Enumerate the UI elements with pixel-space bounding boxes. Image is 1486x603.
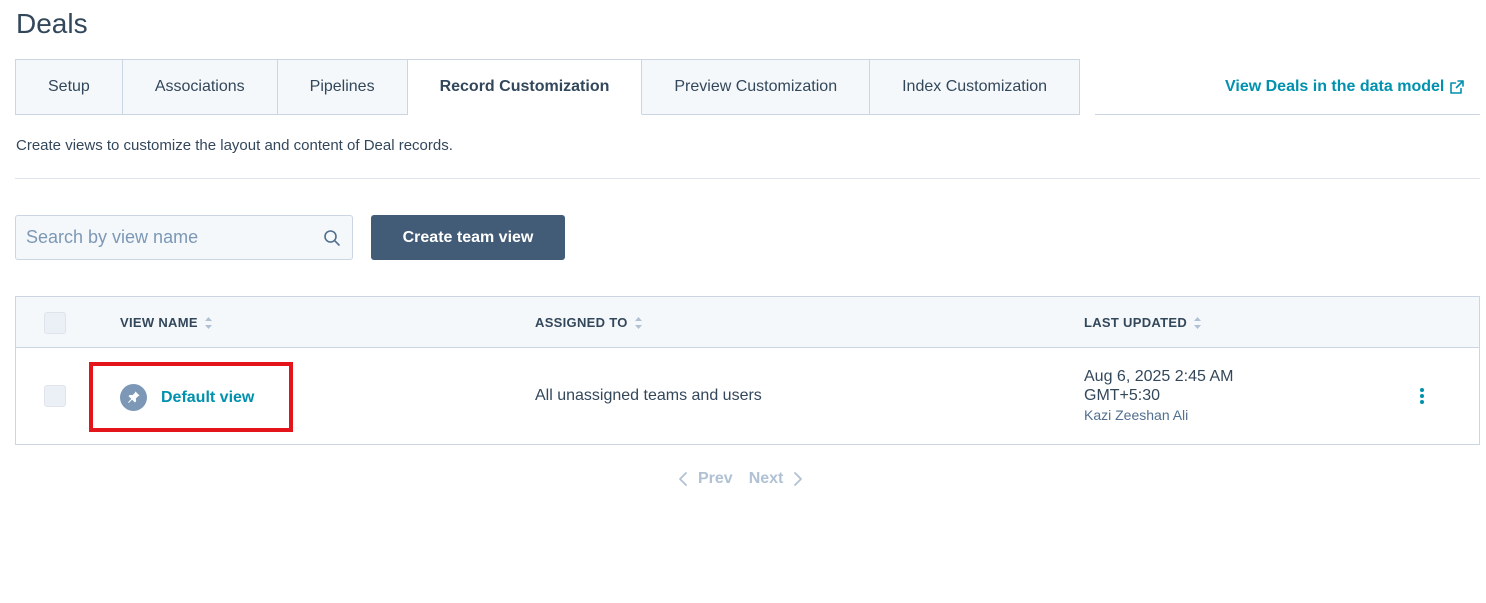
last-updated-date: Aug 6, 2025 2:45 AM — [1084, 368, 1234, 385]
tab-pipelines[interactable]: Pipelines — [277, 59, 408, 115]
column-label: VIEW NAME — [120, 315, 198, 330]
next-page-button[interactable]: Next — [749, 470, 804, 488]
sort-icon — [634, 316, 642, 329]
row-checkbox[interactable] — [44, 385, 66, 407]
views-table: VIEW NAME ASSIGNED TO LAST UPDATED Defau… — [15, 296, 1480, 445]
last-updated-timezone: GMT+5:30 — [1084, 387, 1161, 404]
create-team-view-button[interactable]: Create team view — [371, 215, 565, 260]
chevron-right-icon — [794, 472, 803, 486]
search-box[interactable] — [15, 215, 353, 260]
column-label: ASSIGNED TO — [535, 315, 628, 330]
column-header-view-name[interactable]: VIEW NAME — [120, 297, 213, 348]
tab-record-customization[interactable]: Record Customization — [407, 59, 643, 115]
tab-setup[interactable]: Setup — [15, 59, 123, 115]
tab-bar: Setup Associations Pipelines Record Cust… — [15, 59, 1081, 115]
prev-page-button[interactable]: Prev — [678, 470, 733, 488]
tab-preview-customization[interactable]: Preview Customization — [642, 59, 871, 115]
chevron-left-icon — [679, 472, 687, 486]
prev-label: Prev — [698, 470, 733, 487]
page-title: Deals — [16, 8, 88, 39]
pin-icon — [120, 384, 147, 411]
search-input[interactable] — [26, 227, 322, 248]
default-view-link[interactable]: Default view — [161, 389, 254, 407]
column-header-last-updated[interactable]: LAST UPDATED — [1084, 297, 1202, 348]
data-model-link-label: View Deals in the data model — [1225, 78, 1445, 95]
column-header-assigned-to[interactable]: ASSIGNED TO — [535, 297, 643, 348]
assigned-to-cell: All unassigned teams and users — [535, 387, 762, 404]
tab-associations[interactable]: Associations — [122, 59, 278, 115]
pagination: Prev Next — [678, 470, 803, 488]
last-updated-cell: Aug 6, 2025 2:45 AM GMT+5:30 Kazi Zeesha… — [1084, 367, 1233, 423]
divider — [15, 178, 1480, 179]
table-header: VIEW NAME ASSIGNED TO LAST UPDATED — [16, 297, 1479, 348]
select-all-checkbox[interactable] — [44, 312, 66, 334]
sort-icon — [204, 316, 212, 329]
search-icon[interactable] — [322, 228, 342, 248]
view-data-model-link[interactable]: View Deals in the data model — [1225, 78, 1465, 96]
column-label: LAST UPDATED — [1084, 315, 1188, 330]
table-row: Default view All unassigned teams and us… — [16, 348, 1479, 444]
tabs-underline — [1095, 114, 1480, 115]
sort-icon — [1194, 316, 1202, 329]
tab-index-customization[interactable]: Index Customization — [870, 59, 1081, 115]
view-name-cell: Default view — [120, 384, 254, 411]
next-label: Next — [748, 470, 784, 487]
external-link-icon — [1450, 80, 1465, 94]
last-updated-by: Kazi Zeeshan Ali — [1084, 407, 1189, 423]
row-actions-menu-icon[interactable] — [1414, 386, 1430, 406]
page-description: Create views to customize the layout and… — [16, 137, 453, 154]
